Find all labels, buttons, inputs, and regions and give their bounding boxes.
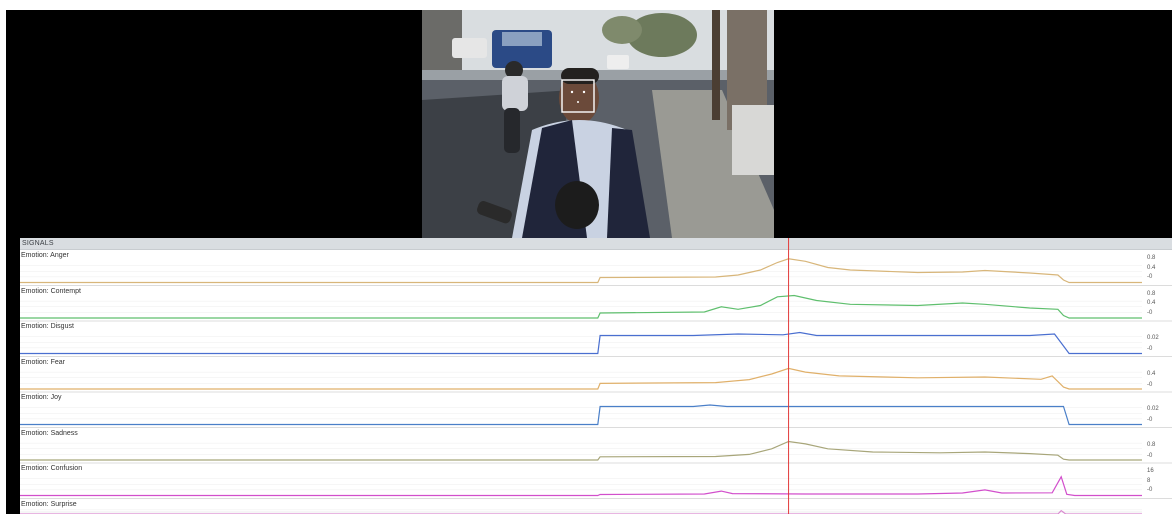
tick-label: -0 <box>1147 452 1153 459</box>
tick-label: -0 <box>1147 417 1153 423</box>
signal-line-disgust <box>20 331 1142 355</box>
signal-line-sadness <box>20 440 1142 461</box>
tick-label: -0 <box>1147 274 1153 280</box>
track-label-surprise: Emotion: Surprise <box>21 500 77 508</box>
signal-line-confusion <box>20 475 1142 497</box>
tick-label: 0.02 <box>1147 335 1159 341</box>
video-viewport[interactable] <box>6 10 1172 238</box>
tick-label: 0.02 <box>1147 406 1159 412</box>
signals-panel: SIGNALS Emotion: Anger 0.8 0.4 -0 Emotion: C… <box>20 238 1172 514</box>
tick-label: 0.8 <box>1147 290 1156 297</box>
left-margin-strip <box>6 238 20 514</box>
video-frame-image <box>422 10 774 238</box>
tick-label: -0 <box>1147 309 1153 316</box>
signal-tracks[interactable]: Emotion: Anger 0.8 0.4 -0 Emotion: Contempt 0… <box>20 238 1172 514</box>
tick-label: 0.4 <box>1147 300 1156 306</box>
tick-label: 16 <box>1147 468 1154 474</box>
signals-header: SIGNALS <box>20 238 1172 250</box>
track-label-disgust: Emotion: Disgust <box>21 323 74 330</box>
tick-label: 0.4 <box>1147 264 1156 271</box>
signal-plot[interactable] <box>20 238 1172 514</box>
tick-label: -0 <box>1147 346 1153 352</box>
tick-label: 8 <box>1147 477 1151 484</box>
track-label-sadness: Emotion: Sadness <box>21 429 78 437</box>
tick-label: -0 <box>1147 487 1153 493</box>
signal-line-fear <box>20 367 1142 390</box>
tick-label: -0 <box>1147 381 1153 388</box>
tick-label: 0.8 <box>1147 255 1156 261</box>
track-label-fear: Emotion: Fear <box>21 358 65 366</box>
signal-line-anger <box>20 258 1142 284</box>
tick-label: 0.8 <box>1147 441 1156 448</box>
tick-label: 0.4 <box>1147 370 1156 377</box>
track-label-joy: Emotion: Joy <box>21 394 62 401</box>
track-label-contempt: Emotion: Contempt <box>21 287 81 295</box>
signals-title: SIGNALS <box>22 240 54 247</box>
track-label-anger: Emotion: Anger <box>21 252 69 259</box>
track-label-confusion: Emotion: Confusion <box>21 465 83 472</box>
